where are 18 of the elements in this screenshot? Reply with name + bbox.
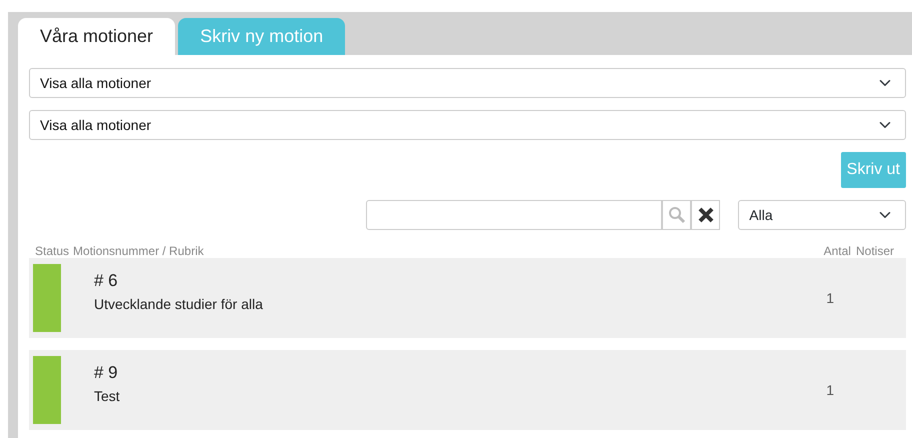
column-header: Status <box>35 244 70 258</box>
motion-title: Utvecklande studier för alla <box>94 294 263 314</box>
search-icon <box>668 206 686 224</box>
column-header: Antal <box>824 244 851 258</box>
motion-number: # 9 <box>94 362 119 384</box>
count-cell-text: 1 <box>826 288 834 308</box>
status-filter[interactable]: Alla <box>738 200 906 230</box>
tab[interactable]: Våra motioner <box>18 18 176 55</box>
close-icon <box>698 207 714 223</box>
search-field[interactable] <box>366 200 662 230</box>
column-header: Notiser <box>856 244 894 258</box>
count-cell-text: 1 <box>826 380 834 400</box>
motion-title: Test <box>94 386 120 406</box>
motion-number: # 6 <box>94 270 119 292</box>
filter-dropdown[interactable]: Visa alla motioner <box>29 68 906 98</box>
clear-button[interactable] <box>691 200 720 230</box>
filter-dropdown[interactable]: Visa alla motioner <box>29 110 906 140</box>
column-header: Motionsnummer / Rubrik <box>73 244 204 258</box>
